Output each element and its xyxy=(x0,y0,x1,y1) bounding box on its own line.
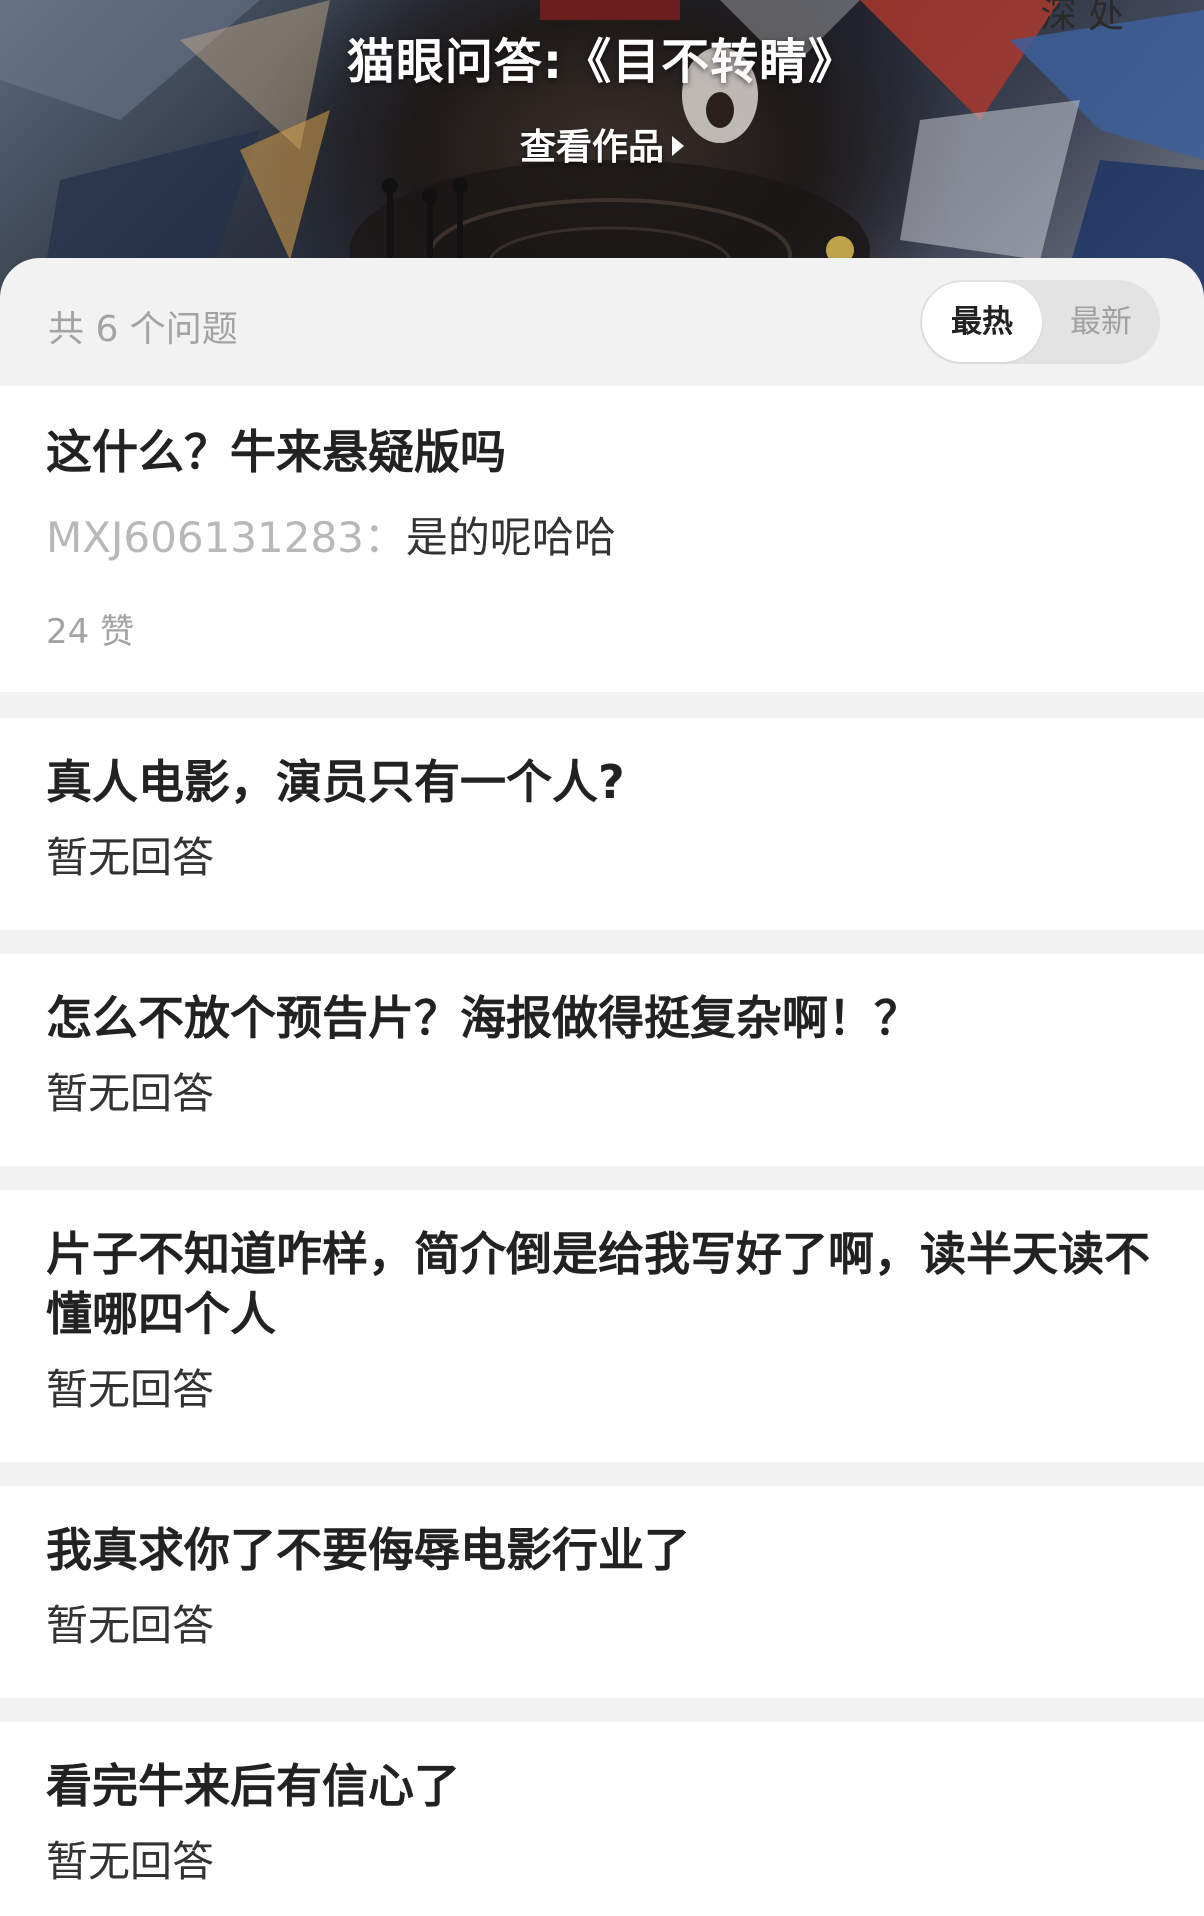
no-answer-label: 暂无回答 xyxy=(46,1365,215,1414)
question-card[interactable]: 怎么不放个预告片？海报做得挺复杂啊！？ 暂无回答 xyxy=(0,954,1204,1166)
poster-banner: 深 处 猫眼问答:《目不转睛》 查看作品 xyxy=(0,0,1204,300)
sort-toggle: 最热 最新 xyxy=(920,280,1160,364)
question-title: 片子不知道咋样，简介倒是给我写好了啊，读半天读不懂哪四个人 xyxy=(46,1227,1150,1341)
question-card[interactable]: 我真求你了不要侮辱电影行业了 暂无回答 xyxy=(0,1486,1204,1698)
question-card[interactable]: 这什么？牛来悬疑版吗 MXJ606131283：是的呢哈哈 24 赞 xyxy=(0,386,1204,692)
view-work-link[interactable]: 查看作品 xyxy=(0,118,1204,170)
question-title: 看完牛来后有信心了 xyxy=(46,1759,460,1813)
like-count: 24 赞 xyxy=(46,612,135,652)
top-answer: MXJ606131283：是的呢哈哈 xyxy=(46,510,616,566)
question-title: 这什么？牛来悬疑版吗 xyxy=(46,425,506,479)
sort-new-button[interactable]: 最新 xyxy=(1042,280,1160,364)
question-title: 真人电影，演员只有一个人? xyxy=(46,755,625,809)
question-card[interactable]: 真人电影，演员只有一个人? 暂无回答 xyxy=(0,718,1204,930)
question-card[interactable]: 看完牛来后有信心了 暂无回答 xyxy=(0,1722,1204,1916)
question-card[interactable]: 片子不知道咋样，简介倒是给我写好了啊，读半天读不懂哪四个人 暂无回答 xyxy=(0,1190,1204,1462)
answer-username[interactable]: MXJ606131283： xyxy=(46,513,406,562)
no-answer-label: 暂无回答 xyxy=(46,1601,215,1650)
list-header: 共 6 个问题 最热 最新 xyxy=(0,258,1204,386)
page-title: 猫眼问答:《目不转睛》 xyxy=(346,34,858,90)
play-triangle-icon xyxy=(672,136,684,156)
question-title: 我真求你了不要侮辱电影行业了 xyxy=(46,1523,690,1577)
sort-hot-button[interactable]: 最热 xyxy=(922,282,1042,362)
question-title: 怎么不放个预告片？海报做得挺复杂啊！？ xyxy=(46,991,920,1045)
no-answer-label: 暂无回答 xyxy=(46,1837,215,1886)
view-work-label: 查看作品 xyxy=(519,127,664,168)
answer-text: 是的呢哈哈 xyxy=(405,513,616,562)
no-answer-label: 暂无回答 xyxy=(46,1069,215,1118)
no-answer-label: 暂无回答 xyxy=(46,833,215,882)
question-count: 共 6 个问题 xyxy=(48,309,238,350)
